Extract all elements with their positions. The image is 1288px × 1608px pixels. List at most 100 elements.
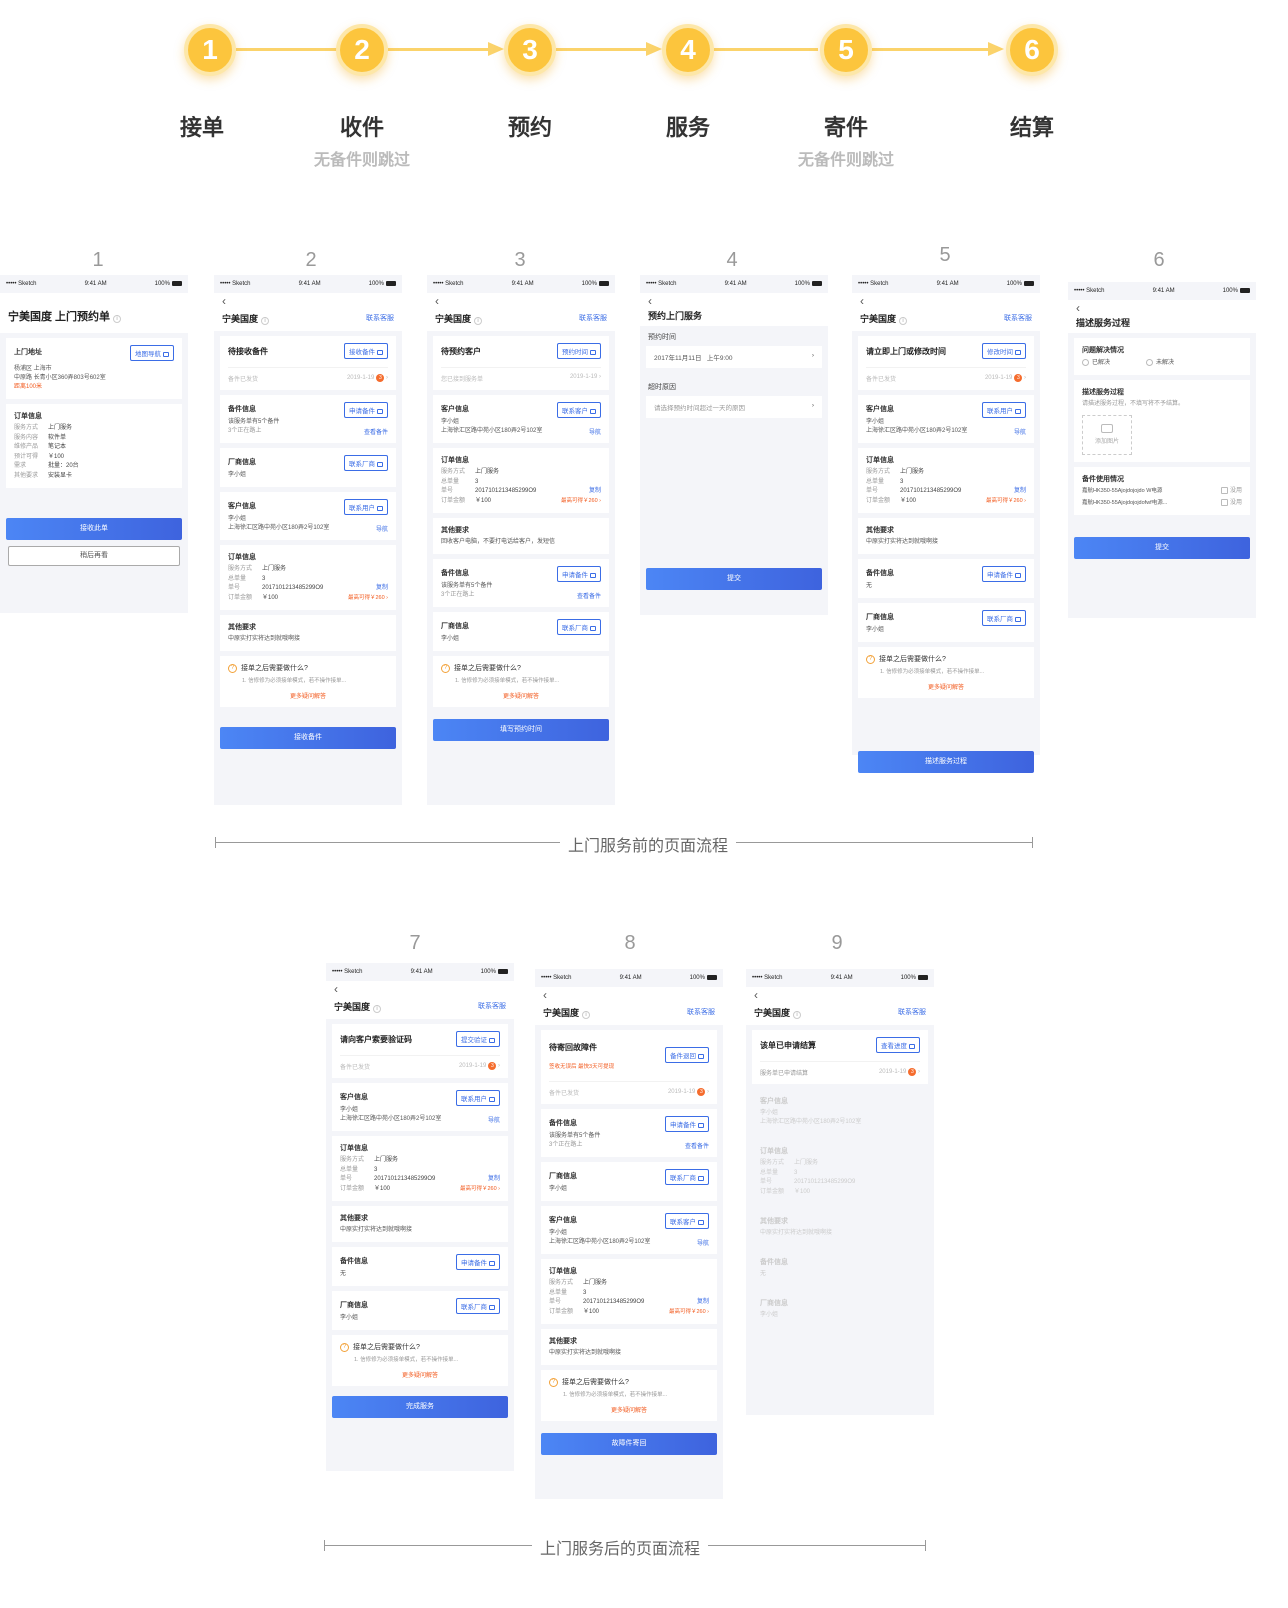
- modify-time-button[interactable]: 修改时间: [982, 343, 1026, 359]
- describe-service-button[interactable]: 描述服务过程: [858, 751, 1034, 773]
- unused-checkbox[interactable]: 没用: [1220, 487, 1242, 496]
- more-faq-link[interactable]: 更多疑问解答: [549, 1405, 709, 1414]
- contact-customer-button[interactable]: 联系客户: [665, 1213, 709, 1229]
- copy-link[interactable]: 复制: [488, 1175, 500, 1185]
- phone-icon: [489, 1304, 495, 1310]
- spare-info-card: 备件信息 申请备件 该服务单有5个备件 3个正在路上 查看备件: [220, 395, 396, 443]
- navigate-link[interactable]: 导航: [589, 427, 601, 436]
- back-icon[interactable]: ‹: [222, 295, 394, 309]
- info-icon[interactable]: i: [261, 317, 270, 325]
- more-faq-link[interactable]: 更多疑问解答: [866, 682, 1026, 691]
- view-spare-link[interactable]: 查看备件: [364, 427, 388, 436]
- contact-user-button[interactable]: 联系用户: [344, 499, 388, 515]
- battery-icon: [811, 280, 822, 286]
- complete-service-button[interactable]: 完成服务: [332, 1396, 508, 1418]
- status-bar: ••••• Sketch 9:41 AM 100%: [746, 969, 934, 987]
- back-icon[interactable]: ‹: [435, 295, 607, 309]
- contact-service-link[interactable]: 联系客服: [1004, 313, 1032, 323]
- apply-spare-button[interactable]: 申请备件: [982, 566, 1026, 582]
- appointment-time-button[interactable]: 预约时间: [557, 343, 601, 359]
- accept-order-button[interactable]: 接收此单: [6, 518, 182, 540]
- contact-service-link[interactable]: 联系客服: [687, 1007, 715, 1017]
- apply-spare-button[interactable]: 申请备件: [344, 402, 388, 418]
- order-info-card: 订单信息 服务方式 上门服务 总单量 3 单号 2017101213485299O9 复…: [433, 448, 609, 513]
- resolved-radio[interactable]: 已解决: [1082, 359, 1110, 368]
- view-spare-link[interactable]: 查看备件: [685, 1141, 709, 1150]
- other-requirements-card: 其他要求 中原实打实将达到就哦啊接: [220, 615, 396, 651]
- apply-spare-button[interactable]: 申请备件: [665, 1116, 709, 1132]
- other-requirements-card: 其他要求 中原实打实将达到就哦啊接: [541, 1329, 717, 1365]
- contact-vendor-button[interactable]: 联系厂商: [557, 619, 601, 635]
- more-faq-link[interactable]: 更多疑问解答: [340, 1370, 500, 1379]
- contact-customer-button[interactable]: 联系客户: [557, 402, 601, 418]
- fill-appointment-button[interactable]: 填写预约时间: [433, 719, 609, 741]
- phone-icon: [590, 408, 596, 414]
- customer-info-card: 客户信息 联系用户 李小姐 上海徐汇区路中苑小区180弄2号102室 导航: [332, 1083, 508, 1131]
- contact-service-link[interactable]: 联系客服: [366, 313, 394, 323]
- appointment-time-field[interactable]: 2017年11月11日 上午9:00 ›: [646, 346, 822, 368]
- divider-tick: [215, 837, 216, 848]
- contact-vendor-button[interactable]: 联系厂商: [456, 1298, 500, 1314]
- copy-link[interactable]: 复制: [376, 584, 388, 594]
- contact-vendor-button[interactable]: 联系厂商: [665, 1169, 709, 1185]
- navigate-link[interactable]: 导航: [1014, 427, 1026, 436]
- unused-checkbox[interactable]: 没用: [1220, 499, 1242, 508]
- status-bar: ••••• Sketch 9:41 AM 100%: [852, 275, 1040, 293]
- contact-user-button[interactable]: 联系用户: [982, 402, 1026, 418]
- faq-card: ? 接单之后需要做什么? 1. 信修修为必须接单模式，若不操作接单... 更多疑问…: [541, 1370, 717, 1421]
- timeout-reason-select[interactable]: 请选择预约时间超过一天的原因 ›: [646, 396, 822, 418]
- back-icon[interactable]: ‹: [1076, 302, 1248, 316]
- info-icon[interactable]: i: [373, 1005, 382, 1013]
- description-textarea[interactable]: 请描述服务过程，不填写将不予结算。: [1082, 400, 1242, 409]
- return-parts-button[interactable]: 备件退回: [665, 1047, 709, 1063]
- view-progress-button[interactable]: 查看进度: [876, 1037, 920, 1053]
- more-faq-link[interactable]: 更多疑问解答: [441, 691, 601, 700]
- back-icon[interactable]: ‹: [543, 989, 715, 1003]
- navigate-link[interactable]: 导航: [376, 524, 388, 533]
- vendor-info-card: 厂商信息 联系厂商 李小姐: [541, 1162, 717, 1201]
- info-icon[interactable]: i: [582, 1011, 591, 1019]
- back-icon[interactable]: ‹: [334, 983, 506, 997]
- contact-service-link[interactable]: 联系客服: [579, 313, 607, 323]
- contact-service-link[interactable]: 联系客服: [898, 1007, 926, 1017]
- apply-spare-button[interactable]: 申请备件: [456, 1254, 500, 1270]
- unresolved-radio[interactable]: 未解决: [1146, 359, 1174, 368]
- copy-link[interactable]: 复制: [589, 487, 601, 497]
- back-icon[interactable]: ‹: [754, 989, 926, 1003]
- send-back-button[interactable]: 故障件寄回: [541, 1433, 717, 1455]
- other-requirements-card: 其他要求 中原实打实将达到就哦啊接: [752, 1209, 928, 1245]
- receive-parts-button[interactable]: 接收备件: [344, 343, 388, 359]
- contact-service-link[interactable]: 联系客服: [478, 1001, 506, 1011]
- view-later-button[interactable]: 稍后再看: [8, 546, 180, 566]
- contact-user-button[interactable]: 联系用户: [456, 1090, 500, 1106]
- more-faq-link[interactable]: 更多疑问解答: [228, 691, 388, 700]
- navigate-link[interactable]: 导航: [488, 1115, 500, 1124]
- view-spare-link[interactable]: 查看备件: [577, 591, 601, 600]
- checkbox-icon: [1220, 499, 1228, 507]
- status-card: 待接收备件 接收备件 备件已发货 2019-1-19 3 ›: [220, 336, 396, 390]
- apply-spare-button[interactable]: 申请备件: [557, 566, 601, 582]
- receive-parts-bottom-button[interactable]: 接收备件: [220, 727, 396, 749]
- info-icon[interactable]: i: [474, 317, 483, 325]
- back-icon[interactable]: ‹: [860, 295, 1032, 309]
- map-navigation-button[interactable]: 地图导航: [130, 345, 174, 361]
- info-icon[interactable]: i: [899, 317, 908, 325]
- screen-number: 3: [514, 249, 526, 271]
- phone-icon: [489, 1096, 495, 1102]
- contact-vendor-button[interactable]: 联系厂商: [982, 610, 1026, 626]
- add-image-button[interactable]: 添加图片: [1082, 415, 1132, 456]
- submit-button[interactable]: 提交: [1074, 537, 1250, 560]
- info-icon[interactable]: i: [113, 315, 122, 323]
- submit-button[interactable]: 提交: [646, 568, 822, 590]
- info-icon[interactable]: i: [793, 1011, 802, 1019]
- contact-vendor-button[interactable]: 联系厂商: [344, 455, 388, 471]
- shop-title: 宁美国度: [543, 1008, 580, 1018]
- copy-link[interactable]: 复制: [1014, 487, 1026, 497]
- copy-link[interactable]: 复制: [697, 1298, 709, 1308]
- battery-icon: [1239, 287, 1250, 293]
- screen-2-receive-parts: ••••• Sketch 9:41 AM 100% ‹ 宁美国度 i 联系客服 待接收备件…: [214, 275, 402, 805]
- back-icon[interactable]: ‹: [648, 295, 820, 309]
- screen-3-appointment: ••••• Sketch 9:41 AM 100% ‹ 宁美国度 i 联系客服 待预约客户…: [427, 275, 615, 805]
- submit-verification-button[interactable]: 提交验证: [456, 1031, 500, 1047]
- navigate-link[interactable]: 导航: [697, 1238, 709, 1247]
